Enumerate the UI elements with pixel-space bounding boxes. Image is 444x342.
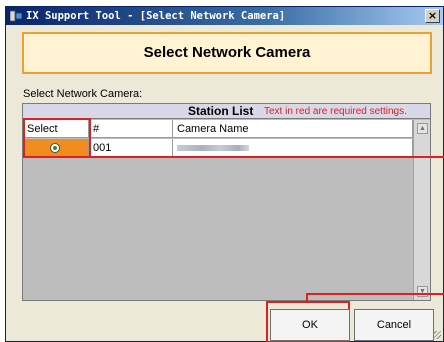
table-title: Station List — [188, 104, 254, 118]
table-title-bar: Station List Text in red are required se… — [23, 104, 430, 119]
camera-name-redacted — [177, 145, 249, 151]
resize-grip[interactable] — [433, 331, 441, 339]
page-heading: Select Network Camera — [22, 32, 432, 74]
scroll-up-icon[interactable]: ▲ — [417, 123, 428, 134]
section-label: Select Network Camera: — [23, 88, 143, 100]
row-camera-name-cell[interactable] — [173, 139, 413, 157]
ok-button[interactable]: OK — [270, 309, 350, 341]
required-settings-note: Text in red are required settings. — [264, 106, 407, 117]
column-header-camera-name[interactable]: Camera Name — [173, 120, 413, 138]
scroll-down-icon[interactable]: ▼ — [417, 286, 428, 297]
app-icon — [10, 10, 22, 22]
title-bar: IX Support Tool - [Select Network Camera… — [6, 7, 443, 25]
dialog-window: IX Support Tool - [Select Network Camera… — [5, 6, 444, 342]
vertical-scrollbar[interactable]: ▲ ▼ — [413, 120, 430, 300]
row-number-cell[interactable]: 001 — [89, 139, 173, 157]
annotation-leader-line-select — [72, 156, 444, 158]
annotation-select-highlight — [23, 118, 91, 158]
cancel-button[interactable]: Cancel — [354, 309, 434, 341]
annotation-leader-line-ok-horizontal — [306, 293, 444, 295]
column-header-number[interactable]: # — [89, 120, 173, 138]
close-button[interactable]: × — [425, 9, 440, 23]
window-title: IX Support Tool - [Select Network Camera… — [26, 10, 286, 22]
